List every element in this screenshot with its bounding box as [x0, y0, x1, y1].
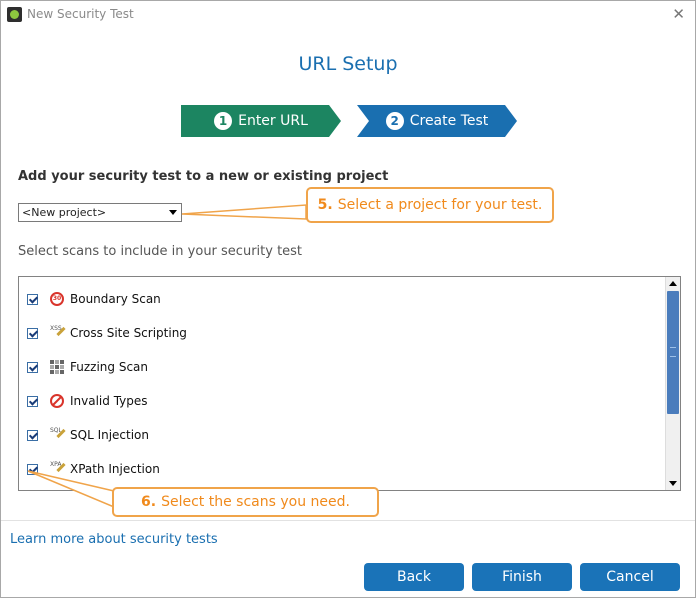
callout-text: Select the scans you need. [161, 494, 350, 510]
callout-select-project: 5. Select a project for your test. [306, 187, 554, 223]
callout-number: 5. [317, 197, 333, 213]
callout-5-leader [181, 204, 307, 220]
footer-divider [1, 520, 695, 521]
dialog-window: New Security Test ✕ URL Setup 1 Enter UR… [0, 0, 696, 598]
callout-select-scans: 6. Select the scans you need. [112, 487, 379, 517]
cancel-button[interactable]: Cancel [580, 563, 680, 591]
callout-number: 6. [141, 494, 157, 510]
learn-more-link[interactable]: Learn more about security tests [10, 532, 218, 547]
callout-6-leader [27, 470, 115, 509]
back-button[interactable]: Back [364, 563, 464, 591]
callout-text: Select a project for your test. [337, 197, 543, 213]
finish-button[interactable]: Finish [472, 563, 572, 591]
